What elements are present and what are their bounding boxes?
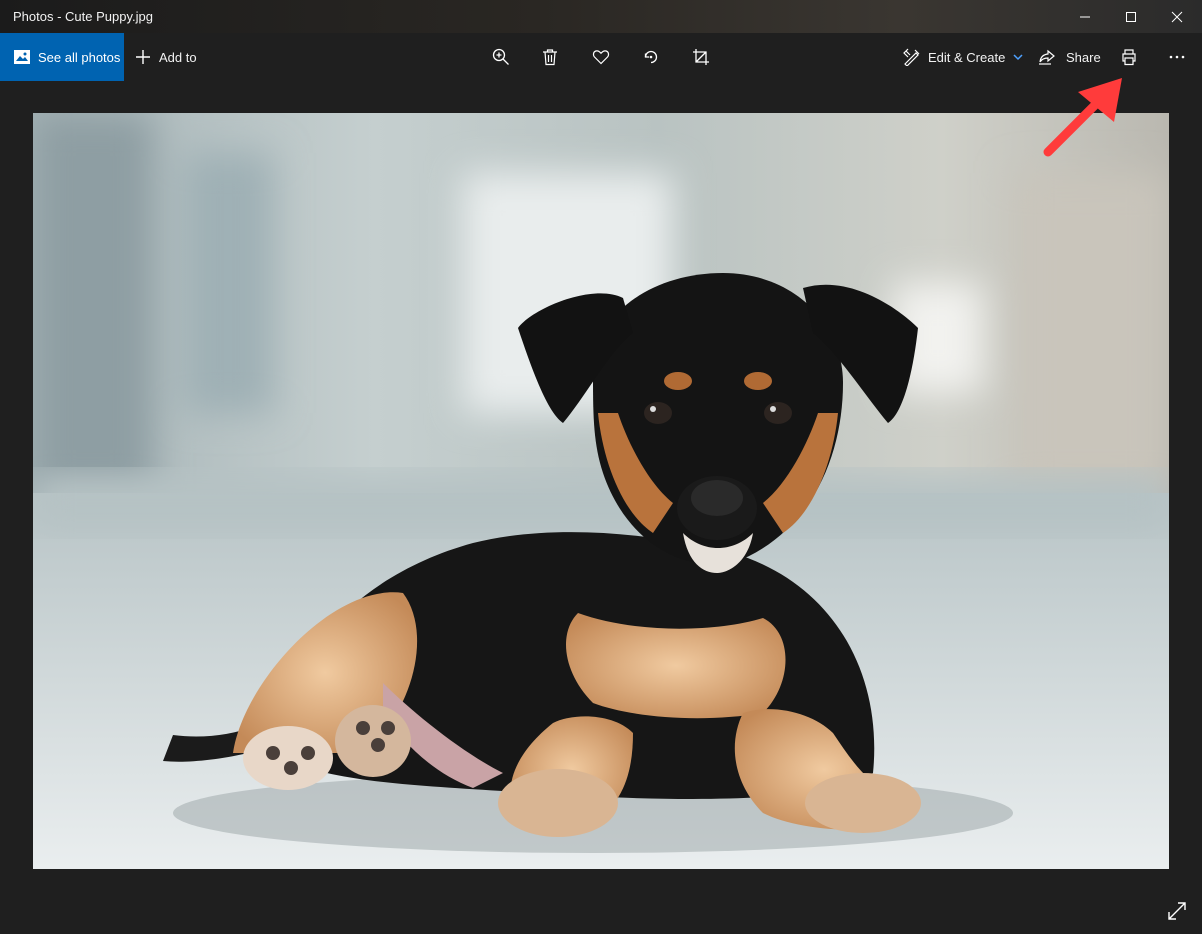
zoom-in-icon (492, 48, 509, 65)
edit-create-label: Edit & Create (928, 49, 1006, 65)
rotate-icon (644, 50, 658, 64)
fullscreen-button[interactable] (1162, 896, 1192, 926)
minimize-button[interactable] (1062, 0, 1108, 33)
share-icon (1039, 49, 1055, 65)
delete-icon (543, 49, 557, 66)
photos-icon (14, 50, 30, 64)
minimize-icon (1080, 16, 1090, 17)
maximize-button[interactable] (1108, 0, 1154, 33)
add-to-button[interactable]: Add to (135, 33, 197, 81)
title-bar: Photos - Cute Puppy.jpg (0, 0, 1202, 33)
photo-viewer[interactable] (33, 113, 1169, 869)
see-all-photos-button[interactable]: See all photos (0, 33, 124, 81)
close-icon (1171, 11, 1183, 22)
expand-icon (1168, 902, 1186, 920)
favorite-button[interactable] (581, 33, 621, 81)
see-all-photos-label: See all photos (38, 49, 121, 65)
crop-button[interactable] (681, 33, 721, 81)
maximize-icon (1126, 11, 1136, 22)
more-options-button[interactable] (1157, 33, 1197, 81)
chevron-down-icon (1013, 54, 1023, 61)
edit-create-icon (903, 48, 920, 66)
share-label: Share (1066, 49, 1101, 65)
toolbar: See all photos Add to Edit & Create Shar… (0, 33, 1202, 81)
window-title: Photos - Cute Puppy.jpg (13, 9, 153, 24)
add-to-label: Add to (159, 49, 197, 65)
close-button[interactable] (1154, 0, 1200, 33)
delete-button[interactable] (530, 33, 570, 81)
more-options-icon (1169, 55, 1185, 59)
crop-icon (693, 49, 709, 65)
annotation-arrow (1043, 78, 1122, 157)
edit-create-button[interactable]: Edit & Create (903, 33, 1023, 81)
favorite-icon (592, 50, 610, 65)
plus-icon (136, 50, 150, 64)
rotate-button[interactable] (631, 33, 671, 81)
puppy-photo (33, 113, 1169, 869)
print-icon (1122, 49, 1136, 66)
zoom-button[interactable] (481, 33, 521, 81)
